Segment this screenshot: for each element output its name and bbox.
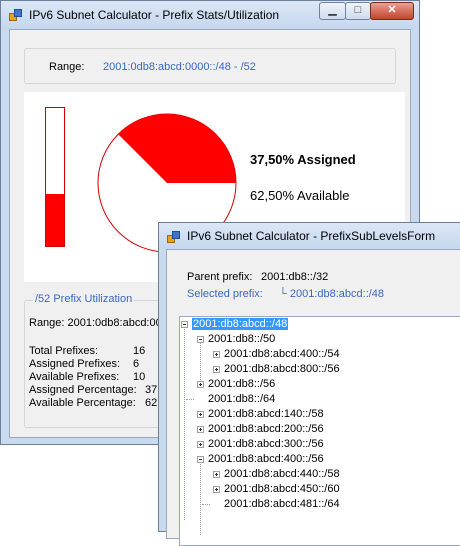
tree-node[interactable]: 2001:db8::/64 (186, 392, 275, 407)
expand-icon[interactable] (197, 441, 204, 448)
utilization-legend: /52 Prefix Utilization (33, 293, 135, 305)
assigned-prefixes-label: Assigned Prefixes: (29, 358, 121, 370)
window-client: Parent prefix: 2001:db8::/32 Selected pr… (166, 249, 460, 546)
tree-node[interactable]: 2001:db8:abcd:200::/56 (196, 422, 324, 437)
tree-node[interactable]: 2001:db8:abcd:450::/60 (212, 482, 340, 497)
minimize-icon: ▁ (328, 4, 337, 16)
title-bar[interactable]: IPv6 Subnet Calculator - Prefix Stats/Ut… (1, 1, 419, 29)
tree-node[interactable]: 2001:db8::/56 (196, 377, 275, 392)
range-group: Range: 2001:0db8:abcd:0000::/48 - /52 (24, 48, 396, 84)
range-label: Range: (49, 61, 85, 73)
available-percentage-label: Available Percentage: (29, 397, 136, 409)
tree-node[interactable]: 2001:db8:abcd:400::/54 (212, 347, 340, 362)
total-prefixes-label: Total Prefixes: (29, 345, 99, 357)
app-icon (167, 230, 181, 244)
window-title: IPv6 Subnet Calculator - PrefixSubLevels… (187, 229, 436, 243)
collapse-icon[interactable] (181, 321, 188, 328)
expand-icon[interactable] (213, 471, 220, 478)
title-bar[interactable]: IPv6 Subnet Calculator - PrefixSubLevels… (159, 223, 460, 249)
prefix-sublevels-window: IPv6 Subnet Calculator - PrefixSubLevels… (158, 222, 460, 546)
selected-prefix-value: └ 2001:db8:abcd::/48 (279, 288, 385, 300)
available-prefixes-value: 10 (133, 371, 146, 383)
expand-icon[interactable] (197, 411, 204, 418)
parent-prefix-value: 2001:db8::/32 (261, 271, 329, 283)
available-prefixes-label: Available Prefixes: (29, 371, 120, 383)
tree-node[interactable]: 2001:db8:abcd:400::/56 (196, 452, 324, 467)
maximize-icon: □ (354, 4, 362, 16)
available-percentage-text: 62,50% Available (250, 188, 350, 203)
tree-node[interactable]: 2001:db8::/50 (196, 332, 275, 347)
collapse-icon[interactable] (197, 456, 204, 463)
assigned-percentage-label: Assigned Percentage: (29, 384, 137, 396)
parent-prefix-label: Parent prefix: (187, 271, 253, 283)
app-icon (9, 8, 23, 22)
utilization-bar (45, 107, 65, 247)
tree-node[interactable]: 2001:db8:abcd:140::/58 (196, 407, 324, 422)
tree-node[interactable]: 2001:db8:abcd:800::/56 (212, 362, 340, 377)
expand-icon[interactable] (197, 426, 204, 433)
close-button[interactable]: ✕ (370, 2, 414, 20)
collapse-icon[interactable] (197, 336, 204, 343)
tree-node[interactable]: 2001:db8:abcd:481::/64 (202, 497, 340, 512)
total-prefixes-value: 16 (133, 345, 146, 357)
selected-prefix-label: Selected prefix: (187, 288, 263, 300)
maximize-button[interactable]: □ (345, 2, 371, 20)
assigned-prefixes-value: 6 (133, 358, 140, 370)
close-icon: ✕ (387, 4, 397, 16)
assigned-percentage-text: 37,50% Assigned (250, 152, 356, 167)
expand-icon[interactable] (197, 381, 204, 388)
minimize-button[interactable]: ▁ (319, 2, 346, 20)
utilization-bar-fill (46, 194, 64, 246)
expand-icon[interactable] (213, 351, 220, 358)
window-title: IPv6 Subnet Calculator - Prefix Stats/Ut… (29, 8, 280, 22)
tree-node[interactable]: 2001:db8:abcd::/48 (180, 317, 289, 332)
range-value: 2001:0db8:abcd:0000::/48 - /52 (103, 61, 256, 73)
tree-node[interactable]: 2001:db8:abcd:300::/56 (196, 437, 324, 452)
tree-node[interactable]: 2001:db8:abcd:440::/58 (212, 467, 340, 482)
expand-icon[interactable] (213, 366, 220, 373)
expand-icon[interactable] (213, 486, 220, 493)
prefix-tree[interactable]: 2001:db8:abcd::/48 2001:db8::/50 2001:db… (179, 316, 460, 546)
utilization-range-line: Range: 2001:0db8:abcd:00 (29, 317, 162, 329)
